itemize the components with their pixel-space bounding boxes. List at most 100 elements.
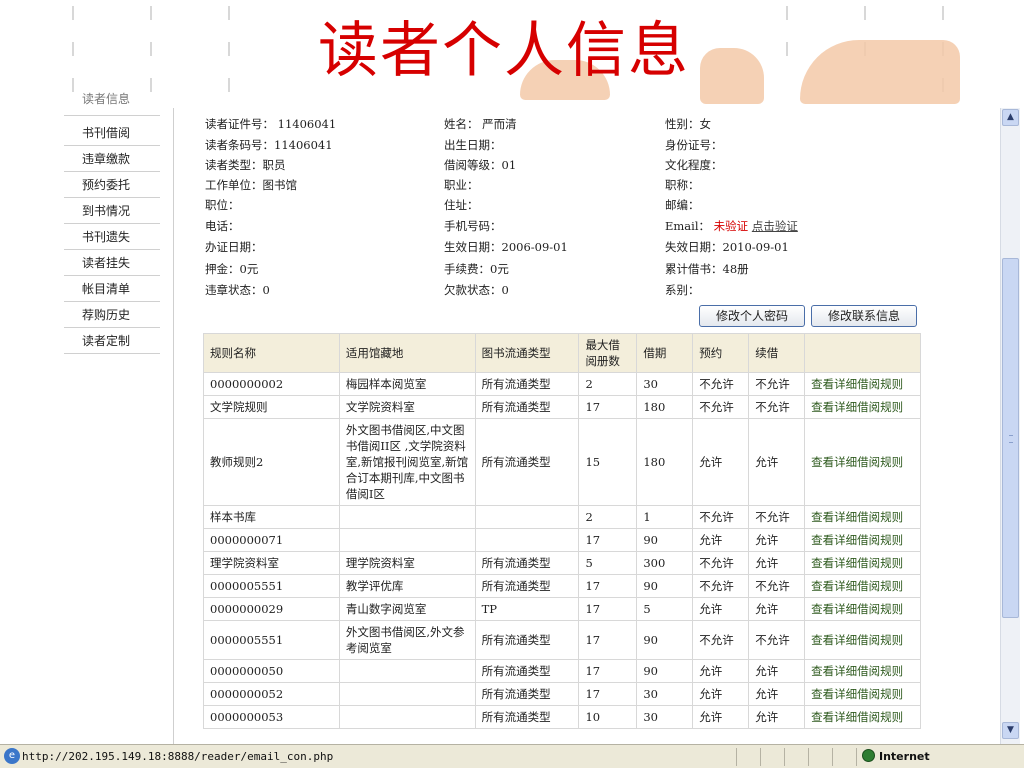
reader-id-card: 身份证号： bbox=[665, 138, 723, 152]
reader-email: Email： 未验证 点击验证 bbox=[665, 218, 798, 234]
sidebar-item-borrow[interactable]: 书刊借阅 bbox=[64, 120, 160, 146]
view-rule-details-link[interactable]: 查看详细借阅规则 bbox=[804, 505, 921, 529]
sidebar-item-reader-info[interactable]: 读者信息 bbox=[64, 86, 160, 116]
email-verify-link[interactable]: 点击验证 bbox=[752, 219, 798, 233]
sidebar-item-purchase-history[interactable]: 荐购历史 bbox=[64, 302, 160, 328]
table-row: 样本书库 2 1 不允许 不允许 查看详细借阅规则 bbox=[203, 505, 921, 529]
table-cell bbox=[474, 505, 580, 529]
sidebar-item-fines[interactable]: 违章缴款 bbox=[64, 146, 160, 172]
table-cell: 30 bbox=[636, 705, 694, 729]
sidebar-item-reservations[interactable]: 预约委托 bbox=[64, 172, 160, 198]
view-rule-details-link[interactable]: 查看详细借阅规则 bbox=[804, 659, 921, 683]
table-cell: 允许 bbox=[692, 418, 750, 506]
scroll-up-arrow-icon[interactable]: ▲ bbox=[1002, 109, 1019, 126]
table-row: 文学院规则 文学院资料室 所有流通类型 17 180 不允许 不允许 查看详细借阅规则 bbox=[203, 395, 921, 419]
table-cell: 允许 bbox=[748, 418, 806, 506]
table-cell: 外文图书借阅区,外文参考阅览室 bbox=[338, 620, 476, 660]
table-row: 0000005551 教学评优库 所有流通类型 17 90 不允许 不允许 查看详细借阅规则 bbox=[203, 574, 921, 598]
view-rule-details-link[interactable]: 查看详细借阅规则 bbox=[804, 705, 921, 729]
column-header: 续借 bbox=[748, 333, 806, 373]
status-bar: e http://202.195.149.18:8888/reader/emai… bbox=[0, 744, 1024, 768]
table-cell: 理学院资料室 bbox=[203, 551, 340, 575]
view-rule-details-link[interactable]: 查看详细借阅规则 bbox=[804, 682, 921, 706]
table-cell: 所有流通类型 bbox=[474, 395, 580, 419]
table-cell: 不允许 bbox=[692, 551, 750, 575]
sidebar-item-arrivals[interactable]: 到书情况 bbox=[64, 198, 160, 224]
sidebar: 读者信息 书刊借阅 违章缴款 预约委托 到书情况 书刊遗失 读者挂失 帐目清单 … bbox=[60, 92, 174, 744]
view-rule-details-link[interactable]: 查看详细借阅规则 bbox=[804, 395, 921, 419]
change-contact-button[interactable]: 修改联系信息 bbox=[811, 305, 917, 327]
table-cell: 允许 bbox=[748, 597, 806, 621]
view-rule-details-link[interactable]: 查看详细借阅规则 bbox=[804, 597, 921, 621]
column-header bbox=[804, 333, 921, 373]
table-cell bbox=[338, 682, 476, 706]
zone-label: Internet bbox=[879, 750, 930, 763]
scrollbar-thumb[interactable] bbox=[1002, 258, 1019, 618]
column-header: 预约 bbox=[692, 333, 750, 373]
divider bbox=[150, 42, 152, 56]
column-header: 适用馆藏地 bbox=[338, 333, 476, 373]
divider bbox=[228, 6, 230, 20]
slide-title: 读者个人信息 bbox=[318, 16, 690, 86]
reader-email-label: Email： bbox=[665, 219, 711, 233]
view-rule-details-link[interactable]: 查看详细借阅规则 bbox=[804, 418, 921, 506]
reader-workplace: 工作单位：图书馆 bbox=[205, 178, 297, 192]
column-header: 图书流通类型 bbox=[474, 333, 580, 373]
table-cell: 教学评优库 bbox=[338, 574, 476, 598]
table-cell: 17 bbox=[578, 395, 638, 419]
change-password-button[interactable]: 修改个人密码 bbox=[699, 305, 805, 327]
scroll-down-arrow-icon[interactable]: ▼ bbox=[1002, 722, 1019, 739]
sidebar-item-customize[interactable]: 读者定制 bbox=[64, 328, 160, 354]
table-cell: 允许 bbox=[748, 528, 806, 552]
table-cell: 17 bbox=[578, 620, 638, 660]
table-cell bbox=[338, 505, 476, 529]
table-cell: 允许 bbox=[748, 705, 806, 729]
divider bbox=[736, 748, 737, 766]
table-cell: 青山数字阅览室 bbox=[338, 597, 476, 621]
table-header-row: 规则名称 适用馆藏地 图书流通类型 最大借阅册数 借期 预约 续借 bbox=[203, 333, 921, 373]
table-cell: 10 bbox=[578, 705, 638, 729]
table-cell: 文学院资料室 bbox=[338, 395, 476, 419]
table-cell: 所有流通类型 bbox=[474, 418, 580, 506]
table-cell: 30 bbox=[636, 682, 694, 706]
table-cell: 所有流通类型 bbox=[474, 705, 580, 729]
table-cell: 5 bbox=[578, 551, 638, 575]
view-rule-details-link[interactable]: 查看详细借阅规则 bbox=[804, 528, 921, 552]
table-cell: 不允许 bbox=[692, 574, 750, 598]
table-cell: 所有流通类型 bbox=[474, 620, 580, 660]
divider bbox=[864, 6, 866, 20]
decoration bbox=[800, 40, 960, 104]
table-cell: 90 bbox=[636, 574, 694, 598]
divider bbox=[72, 42, 74, 56]
reader-title: 职称： bbox=[665, 178, 700, 192]
reader-gender: 性别：女 bbox=[665, 117, 711, 131]
view-rule-details-link[interactable]: 查看详细借阅规则 bbox=[804, 620, 921, 660]
reader-birth-date: 出生日期： bbox=[444, 138, 502, 152]
reader-deposit: 押金：0元 bbox=[205, 262, 259, 276]
sidebar-item-lost-items[interactable]: 书刊遗失 bbox=[64, 224, 160, 250]
table-cell: 教师规则2 bbox=[203, 418, 340, 506]
reader-occupation: 职业： bbox=[444, 178, 479, 192]
vertical-scrollbar[interactable]: ▲ ▼ bbox=[1000, 108, 1020, 744]
view-rule-details-link[interactable]: 查看详细借阅规则 bbox=[804, 372, 921, 396]
table-cell: 17 bbox=[578, 528, 638, 552]
table-row: 教师规则2 外文图书借阅区,中文图书借阅II区 ,文学院资料室,新馆报刊阅览室,新… bbox=[203, 418, 921, 506]
table-cell bbox=[338, 528, 476, 552]
reader-mobile: 手机号码： bbox=[444, 219, 502, 233]
table-cell: 不允许 bbox=[748, 620, 806, 660]
reader-borrow-level: 借阅等级：01 bbox=[444, 158, 517, 172]
status-url: http://202.195.149.18:8888/reader/email_… bbox=[22, 750, 334, 763]
divider bbox=[786, 6, 788, 20]
view-rule-details-link[interactable]: 查看详细借阅规则 bbox=[804, 551, 921, 575]
view-rule-details-link[interactable]: 查看详细借阅规则 bbox=[804, 574, 921, 598]
table-cell: 17 bbox=[578, 682, 638, 706]
table-cell: 17 bbox=[578, 574, 638, 598]
divider bbox=[228, 42, 230, 56]
reader-education: 文化程度： bbox=[665, 158, 723, 172]
divider bbox=[832, 748, 833, 766]
sidebar-item-account-list[interactable]: 帐目清单 bbox=[64, 276, 160, 302]
table-cell: 0000000050 bbox=[203, 659, 340, 683]
sidebar-item-report-loss[interactable]: 读者挂失 bbox=[64, 250, 160, 276]
table-row: 0000000029 青山数字阅览室 TP 17 5 允许 允许 查看详细借阅规则 bbox=[203, 597, 921, 621]
reader-department: 系别： bbox=[665, 283, 700, 297]
